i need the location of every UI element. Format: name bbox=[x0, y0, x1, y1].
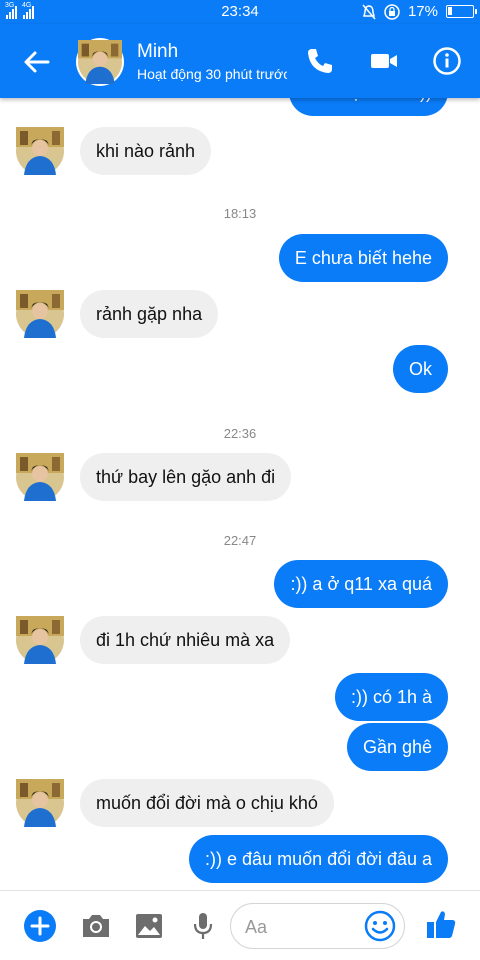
outgoing-message[interactable]: :)) có 1h à bbox=[334, 673, 448, 721]
battery-percentage: 17% bbox=[407, 3, 438, 20]
message-input[interactable] bbox=[245, 912, 355, 942]
emoji-icon[interactable] bbox=[364, 910, 396, 942]
contact-avatar-small[interactable] bbox=[16, 779, 64, 827]
message-input-box[interactable] bbox=[230, 903, 405, 949]
outgoing-message[interactable]: :)) a ở q11 xa quá bbox=[274, 560, 448, 608]
contact-avatar-small[interactable] bbox=[16, 616, 64, 664]
timestamp: 22:47 bbox=[223, 533, 257, 548]
incoming-message[interactable]: đi 1h chứ nhiêu mà xa bbox=[80, 616, 291, 664]
timestamp: 22:36 bbox=[223, 426, 257, 441]
video-camera-icon[interactable] bbox=[369, 46, 399, 76]
incoming-message[interactable]: muốn đổi đời mà o chịu khó bbox=[80, 779, 334, 827]
outgoing-message[interactable]: Gần ghê bbox=[346, 723, 448, 771]
info-icon[interactable] bbox=[432, 46, 462, 76]
microphone-icon[interactable] bbox=[186, 909, 220, 943]
alarm-off-icon bbox=[362, 4, 376, 19]
contact-avatar-small[interactable] bbox=[16, 127, 64, 175]
add-icon[interactable] bbox=[23, 909, 57, 943]
incoming-message[interactable]: rảnh gặp nha bbox=[80, 290, 219, 338]
thumbs-up-icon[interactable] bbox=[424, 907, 458, 941]
contact-avatar-small[interactable] bbox=[16, 290, 64, 338]
outgoing-message[interactable]: E chưa biết hehe bbox=[278, 234, 448, 282]
outgoing-message[interactable]: E đi học rồi a :)) bbox=[288, 98, 448, 116]
contact-avatar[interactable] bbox=[76, 38, 124, 86]
battery-icon bbox=[446, 5, 477, 18]
outgoing-message[interactable]: :)) e đâu muốn đổi đời đâu a bbox=[189, 835, 448, 883]
message-list[interactable]: E đi học rồi a :)) khi nào rảnh 18:13 E … bbox=[0, 98, 480, 890]
message-composer bbox=[0, 890, 480, 960]
phone-icon[interactable] bbox=[305, 46, 335, 76]
back-arrow-icon[interactable] bbox=[22, 47, 52, 77]
conversation-header: Minh Hoạt động 30 phút trước bbox=[0, 24, 480, 98]
contact-active-status: Hoạt động 30 phút trước bbox=[137, 66, 287, 82]
contact-avatar-small[interactable] bbox=[16, 453, 64, 501]
image-icon[interactable] bbox=[132, 909, 166, 943]
vpn-lock-icon bbox=[384, 3, 400, 20]
timestamp: 18:13 bbox=[223, 206, 257, 221]
status-bar: 3G 4G 23:34 17% bbox=[0, 0, 480, 24]
incoming-message[interactable]: thứ bay lên gặo anh đi bbox=[80, 453, 292, 501]
contact-name[interactable]: Minh bbox=[137, 41, 178, 63]
camera-icon[interactable] bbox=[79, 909, 113, 943]
outgoing-message[interactable]: Ok bbox=[392, 345, 448, 393]
incoming-message[interactable]: khi nào rảnh bbox=[80, 127, 212, 175]
